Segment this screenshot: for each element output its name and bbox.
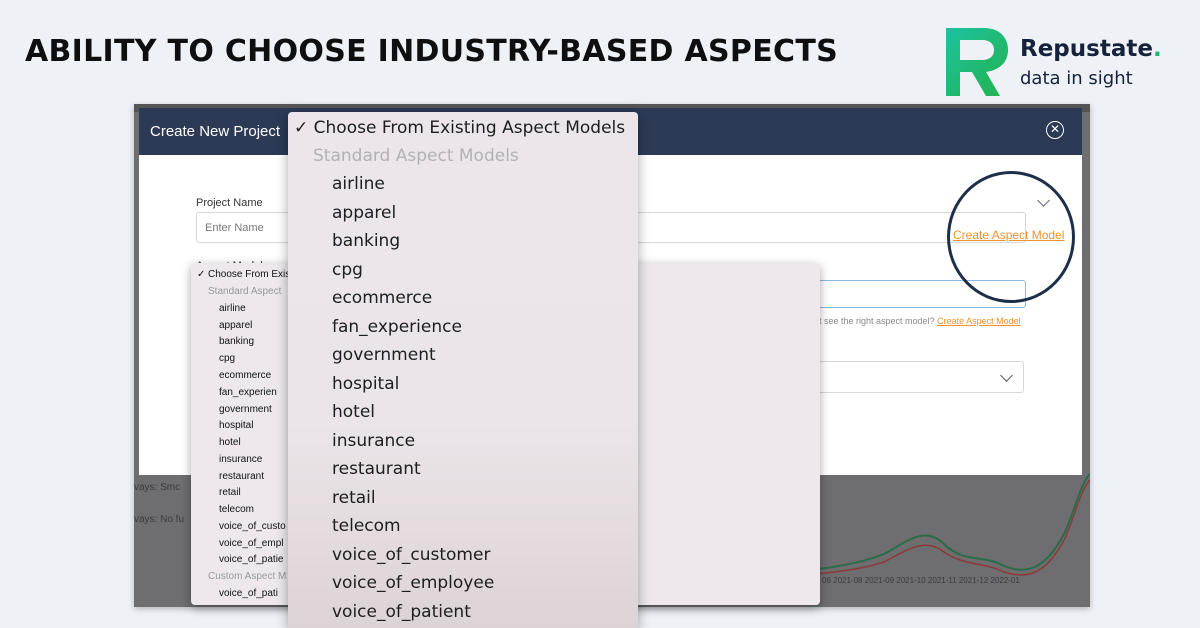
dropdown-option[interactable]: cpg bbox=[219, 353, 235, 364]
dropdown-option[interactable]: voice_of_patient bbox=[332, 602, 471, 622]
dropdown-selected-option[interactable]: Choose From Exis bbox=[208, 269, 290, 280]
dropdown-option[interactable]: government bbox=[332, 345, 436, 365]
create-aspect-model-link[interactable]: Create Aspect Model bbox=[937, 316, 1021, 326]
dropdown-option[interactable]: cpg bbox=[332, 260, 363, 280]
headline: ABILITY TO CHOOSE INDUSTRY-BASED ASPECTS bbox=[25, 34, 838, 69]
dropdown-option[interactable]: voice_of_patie bbox=[219, 554, 284, 565]
dropdown-option[interactable]: voice_of_empl bbox=[219, 538, 283, 549]
dropdown-option[interactable]: telecom bbox=[219, 504, 254, 515]
dropdown-option[interactable]: fan_experien bbox=[219, 387, 277, 398]
brand-logo: Repustate. data in sight bbox=[942, 24, 1182, 100]
dropdown-option[interactable]: restaurant bbox=[219, 471, 264, 482]
dropdown-option[interactable]: voice_of_custo bbox=[219, 521, 286, 532]
dropdown-option[interactable]: insurance bbox=[332, 431, 415, 451]
dropdown-group-header: Standard Aspect Models bbox=[313, 146, 519, 166]
background-row: vays: No fu bbox=[134, 514, 185, 525]
dropdown-option[interactable]: hospital bbox=[332, 374, 399, 394]
dropdown-option[interactable]: voice_of_pati bbox=[219, 588, 278, 599]
brand-name: Repustate. bbox=[1020, 36, 1162, 62]
background-line-chart bbox=[774, 474, 1090, 579]
dropdown-option[interactable]: airline bbox=[332, 174, 385, 194]
dropdown-option[interactable]: voice_of_customer bbox=[332, 545, 490, 565]
dropdown-option[interactable]: banking bbox=[332, 231, 400, 251]
chevron-down-icon bbox=[1000, 369, 1013, 382]
aspect-model-dropdown-large: ✓ Choose From Existing Aspect Models Sta… bbox=[288, 112, 638, 628]
dropdown-option[interactable]: telecom bbox=[332, 516, 401, 536]
dropdown-option[interactable]: ecommerce bbox=[332, 288, 432, 308]
close-icon[interactable]: ✕ bbox=[1046, 121, 1064, 139]
dropdown-option[interactable]: retail bbox=[219, 487, 241, 498]
dropdown-option[interactable]: banking bbox=[219, 336, 254, 347]
brand-tagline: data in sight bbox=[1020, 68, 1133, 89]
dropdown-selected-option[interactable]: ✓ Choose From Existing Aspect Models bbox=[294, 118, 625, 138]
dropdown-option[interactable]: airline bbox=[219, 303, 246, 314]
repustate-logo-icon bbox=[946, 28, 1008, 96]
dropdown-option[interactable]: voice_of_employee bbox=[332, 573, 494, 593]
aspect-model-helper: t see the right aspect model? Create Asp… bbox=[819, 316, 1021, 326]
create-aspect-model-link[interactable]: Create Aspect Model bbox=[953, 228, 1064, 242]
dropdown-option[interactable]: fan_experience bbox=[332, 317, 462, 337]
dropdown-option[interactable]: government bbox=[219, 404, 272, 415]
dropdown-option[interactable]: insurance bbox=[219, 454, 262, 465]
modal-title: Create New Project bbox=[150, 123, 281, 140]
dropdown-option[interactable]: apparel bbox=[332, 203, 396, 223]
dropdown-option[interactable]: apparel bbox=[219, 320, 252, 331]
project-name-label: Project Name bbox=[196, 197, 263, 209]
dropdown-option[interactable]: retail bbox=[332, 488, 376, 508]
dropdown-option[interactable]: hotel bbox=[332, 402, 375, 422]
dropdown-option[interactable]: restaurant bbox=[332, 459, 421, 479]
background-row: vays: Smc bbox=[134, 482, 181, 493]
checkmark-icon: ✓ bbox=[294, 118, 309, 138]
dropdown-option[interactable]: hospital bbox=[219, 420, 253, 431]
dropdown-group-header: Standard Aspect bbox=[208, 286, 282, 297]
dropdown-option[interactable]: ecommerce bbox=[219, 370, 271, 381]
dropdown-group-header: Custom Aspect M bbox=[208, 571, 287, 582]
dropdown-option[interactable]: hotel bbox=[219, 437, 241, 448]
checkmark-icon: ✓ bbox=[197, 269, 206, 280]
